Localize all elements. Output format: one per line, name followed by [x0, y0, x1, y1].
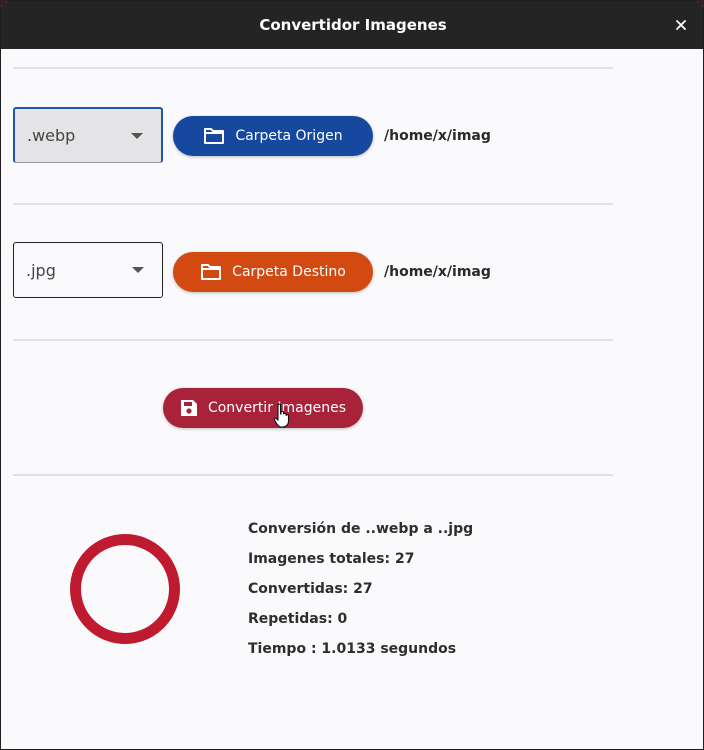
destination-folder-button[interactable]: Carpeta Destino [173, 252, 373, 292]
stat-total-images: Imagenes totales: 27 [248, 551, 415, 567]
progress-ring [70, 534, 180, 644]
source-format-value: .webp [27, 126, 76, 145]
source-format-dropdown[interactable]: .webp [13, 107, 163, 163]
folder-icon [204, 128, 225, 144]
stat-time: Tiempo : 1.0133 segundos [248, 641, 457, 657]
divider [13, 474, 613, 476]
hand-cursor-icon [273, 403, 290, 428]
divider [13, 339, 613, 341]
save-icon [180, 400, 197, 416]
destination-format-dropdown[interactable]: .jpg [13, 242, 163, 298]
stat-conversion: Conversión de ..webp a ..jpg [248, 521, 474, 537]
close-button[interactable] [669, 13, 693, 37]
source-path: /home/x/imag [384, 128, 491, 144]
title-bar: Convertidor Imagenes [1, 1, 703, 49]
stat-repeated: Repetidas: 0 [248, 611, 348, 627]
destination-folder-label: Carpeta Destino [232, 264, 346, 280]
destination-format-value: .jpg [26, 260, 56, 280]
divider [13, 67, 613, 69]
divider [13, 203, 613, 205]
window-title: Convertidor Imagenes [259, 16, 447, 34]
source-folder-label: Carpeta Origen [235, 128, 343, 144]
conversion-stats: Conversión de ..webp a ..jpg Imagenes to… [248, 520, 473, 670]
dropdown-arrow-icon [131, 132, 143, 139]
close-icon [676, 20, 686, 30]
stat-converted: Convertidas: 27 [248, 581, 373, 597]
destination-path: /home/x/imag [384, 264, 491, 280]
app-window: Convertidor Imagenes .webp Carpeta Orige… [0, 0, 704, 750]
convert-images-button[interactable]: Convertir Imagenes [163, 388, 363, 428]
folder-icon [201, 264, 222, 280]
dropdown-arrow-icon [132, 267, 144, 273]
source-folder-button[interactable]: Carpeta Origen [173, 116, 373, 156]
